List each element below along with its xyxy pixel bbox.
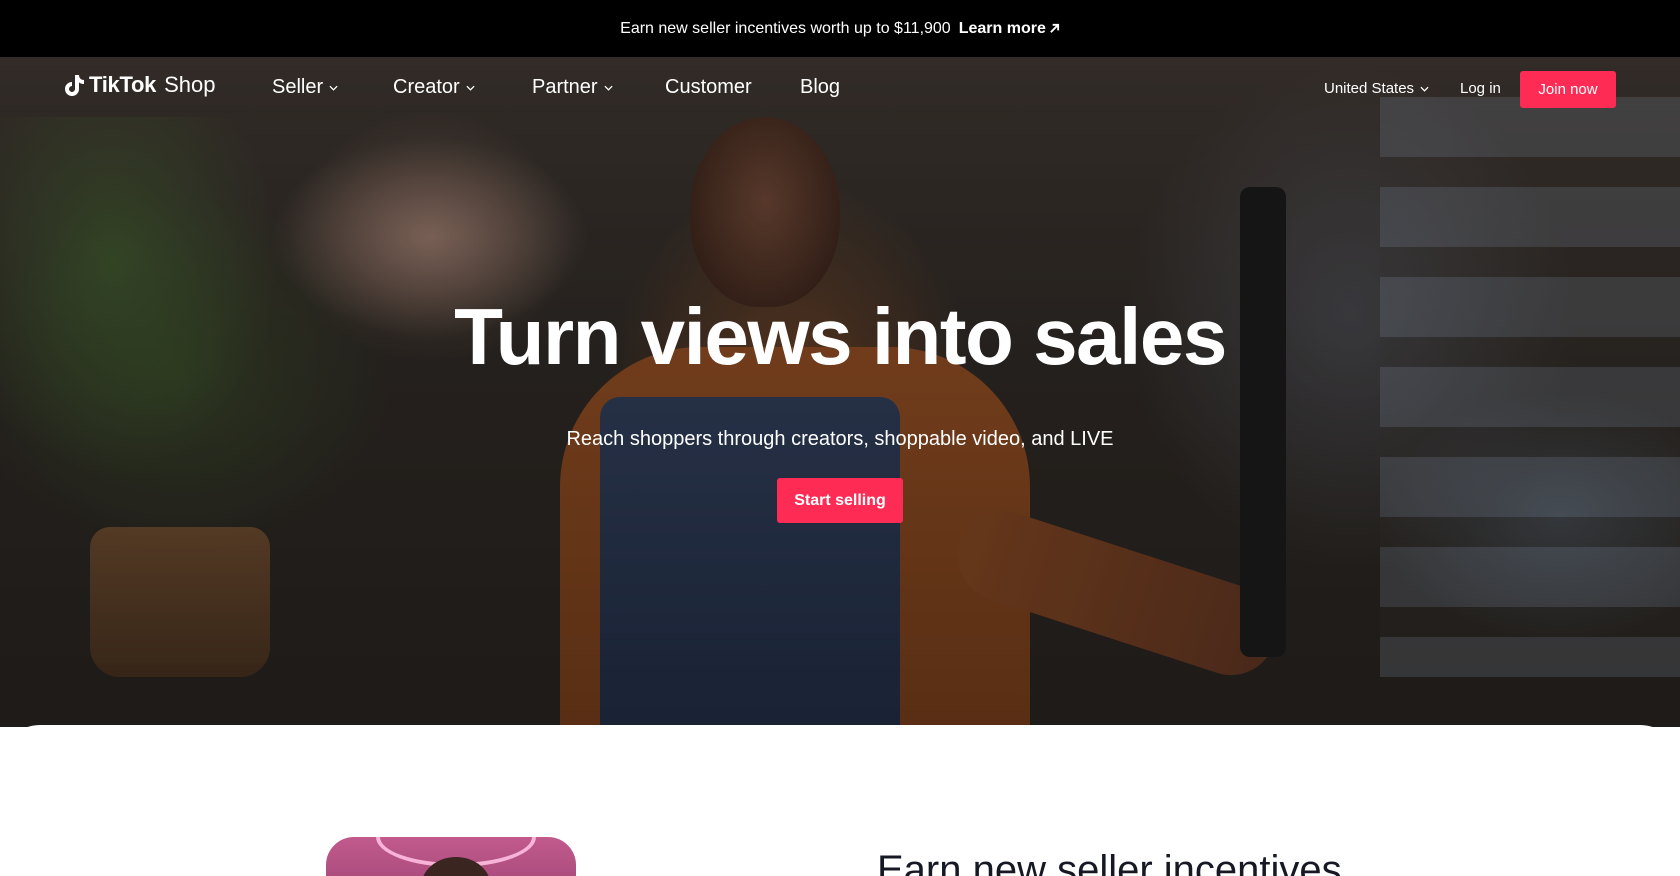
nav-item-creator[interactable]: Creator xyxy=(393,76,475,99)
nav-item-customer[interactable]: Customer xyxy=(665,76,752,99)
hero-overlay xyxy=(0,57,1680,727)
nav-item-label: Partner xyxy=(532,76,598,98)
nav-item-blog[interactable]: Blog xyxy=(800,76,840,99)
tiktok-shop-logo[interactable]: TikTok Shop xyxy=(63,72,215,98)
main-nav: TikTok Shop Seller Creator Partner Custo… xyxy=(0,57,1680,121)
chevron-down-icon xyxy=(604,85,613,91)
promo-image xyxy=(326,837,576,876)
hero-subtitle: Reach shoppers through creators, shoppab… xyxy=(566,428,1114,450)
learn-more-label: Learn more xyxy=(958,19,1046,37)
tiktok-note-icon xyxy=(65,75,84,96)
brand-suffix: Shop xyxy=(164,72,216,97)
chevron-down-icon xyxy=(466,85,475,91)
chevron-down-icon xyxy=(1420,86,1429,92)
nav-item-label: Blog xyxy=(800,76,841,98)
content-section xyxy=(0,725,1680,876)
hero-section xyxy=(0,57,1680,727)
brand-name: TikTok xyxy=(89,72,157,97)
nav-item-label: Customer xyxy=(665,76,752,98)
country-label: United States xyxy=(1324,80,1415,97)
promo-text: Earn new seller incentives worth up to $… xyxy=(620,19,951,37)
chevron-down-icon xyxy=(329,85,338,91)
section-title: Earn new seller incentives xyxy=(877,848,1342,876)
hero-title: Turn views into sales xyxy=(454,292,1227,381)
promo-bar: Earn new seller incentives worth up to $… xyxy=(0,0,1680,57)
learn-more-link[interactable]: Learn more xyxy=(959,20,1060,38)
nav-item-label: Creator xyxy=(393,76,460,98)
start-selling-button[interactable]: Start selling xyxy=(777,478,903,523)
arrow-up-right-icon xyxy=(1050,23,1059,33)
country-selector[interactable]: United States xyxy=(1324,80,1429,97)
nav-item-partner[interactable]: Partner xyxy=(532,76,613,99)
join-now-button[interactable]: Join now xyxy=(1520,71,1616,108)
nav-item-seller[interactable]: Seller xyxy=(272,76,338,99)
login-link[interactable]: Log in xyxy=(1460,80,1501,97)
nav-item-label: Seller xyxy=(272,76,324,98)
